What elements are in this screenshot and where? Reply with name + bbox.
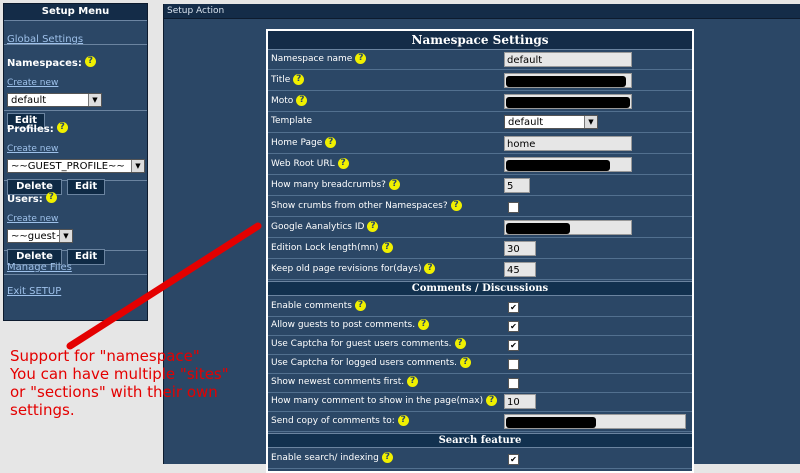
- annotation-line-3: or "sections" with their own: [10, 383, 218, 401]
- annotation-text: Support for "namespace" You can have mul…: [10, 347, 229, 419]
- annotation-line-1: Support for "namespace": [10, 347, 200, 365]
- annotation-line-4: settings.: [10, 401, 75, 419]
- annotation-arrow-line: [66, 222, 262, 350]
- annotation-line-2: You can have multiple "sites": [10, 365, 229, 383]
